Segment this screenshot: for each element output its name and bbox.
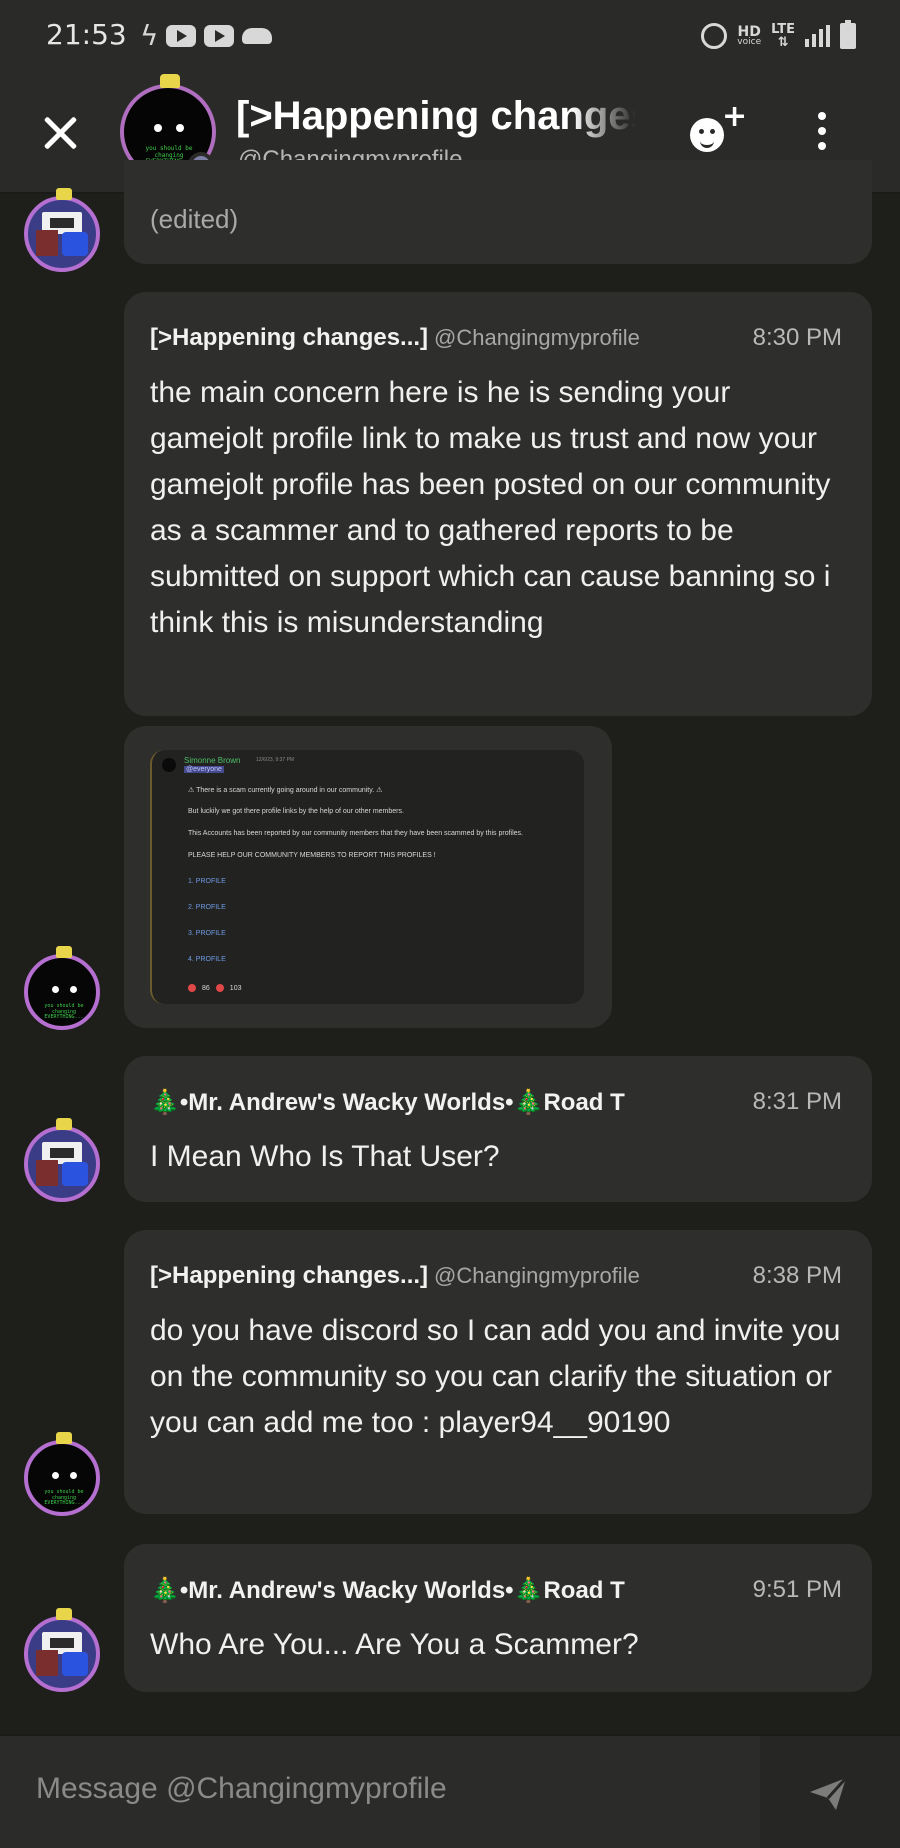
message-author[interactable]: 🎄•Mr. Andrew's Wacky Worlds•🎄Road T — [150, 1577, 625, 1604]
more-options-icon[interactable] — [812, 112, 832, 156]
message-text: I Mean Who Is That User? — [150, 1140, 500, 1173]
message-author[interactable]: 🎄•Mr. Andrew's Wacky Worlds•🎄Road T — [150, 1089, 625, 1116]
image-attachment[interactable]: Simonne Brown 12/6/23, 9:37 PM @everyone… — [124, 726, 612, 1028]
message-timestamp: 9:51 PM — [744, 1576, 842, 1604]
attached-screenshot[interactable]: Simonne Brown 12/6/23, 9:37 PM @everyone… — [150, 750, 584, 1004]
reaction-icon — [188, 984, 196, 992]
message-handle: @Changingmyprofile — [434, 1263, 640, 1288]
message-text: Who Are You... Are You a Scammer? — [150, 1628, 639, 1661]
smiley-icon — [690, 118, 724, 152]
close-icon[interactable] — [38, 110, 84, 156]
avatar[interactable] — [24, 1118, 100, 1202]
plus-icon: + — [722, 99, 748, 134]
message-text: do you have discord so I can add you and… — [150, 1314, 841, 1439]
message-text: the main concern here is he is sending y… — [150, 376, 831, 639]
battery-icon — [840, 20, 856, 49]
edited-label: (edited) — [150, 204, 239, 234]
avatar[interactable]: you should be changing EVERYTHING... — [24, 1432, 100, 1516]
flash-icon: ϟ — [140, 19, 159, 52]
message-composer: Message @Changingmyprofile — [0, 1734, 900, 1848]
status-bar: 21:53 ϟ HD voice LTE ⇅ — [0, 0, 900, 72]
reaction-icon — [215, 984, 224, 992]
message-input-placeholder: Message @Changingmyprofile — [36, 1772, 447, 1805]
message-author[interactable]: [>Happening changes...] — [150, 324, 428, 351]
avatar[interactable]: you should be changing EVERYTHING... — [24, 946, 100, 1030]
message-bubble[interactable]: (edited) — [124, 160, 872, 264]
avatar[interactable] — [24, 1608, 100, 1692]
hd-voice-icon: HD voice — [737, 23, 762, 48]
status-time: 21:53 — [46, 18, 127, 51]
message-timestamp: 8:38 PM — [744, 1262, 842, 1290]
avatar[interactable] — [24, 188, 100, 272]
message-bubble[interactable]: [>Happening changes...] @Changingmyprofil… — [124, 1230, 872, 1514]
system-icons: HD voice LTE ⇅ — [701, 18, 856, 54]
message-timestamp: 8:31 PM — [744, 1088, 842, 1116]
message-input[interactable]: Message @Changingmyprofile — [0, 1736, 760, 1848]
notification-icons: ϟ — [140, 19, 273, 52]
alarm-icon — [701, 23, 728, 49]
message-timestamp: 8:30 PM — [744, 324, 842, 352]
lte-icon: LTE ⇅ — [771, 22, 795, 50]
add-friend-button[interactable]: + — [688, 99, 748, 156]
signal-icon — [805, 25, 830, 47]
youtube-icon — [166, 25, 197, 47]
message-bubble[interactable]: [>Happening changes...] @Changingmyprofil… — [124, 292, 872, 716]
message-bubble[interactable]: 🎄•Mr. Andrew's Wacky Worlds•🎄Road T 8:31… — [124, 1056, 872, 1202]
cloud-icon — [242, 28, 273, 44]
message-author[interactable]: [>Happening changes...] — [150, 1262, 428, 1289]
youtube-icon — [204, 25, 235, 47]
send-icon[interactable] — [808, 1776, 848, 1812]
crown-icon — [160, 74, 180, 88]
message-handle: @Changingmyprofile — [434, 325, 640, 350]
page-title[interactable]: [>Happening changes...] — [236, 94, 636, 139]
message-bubble[interactable]: 🎄•Mr. Andrew's Wacky Worlds•🎄Road T 9:51… — [124, 1544, 872, 1692]
